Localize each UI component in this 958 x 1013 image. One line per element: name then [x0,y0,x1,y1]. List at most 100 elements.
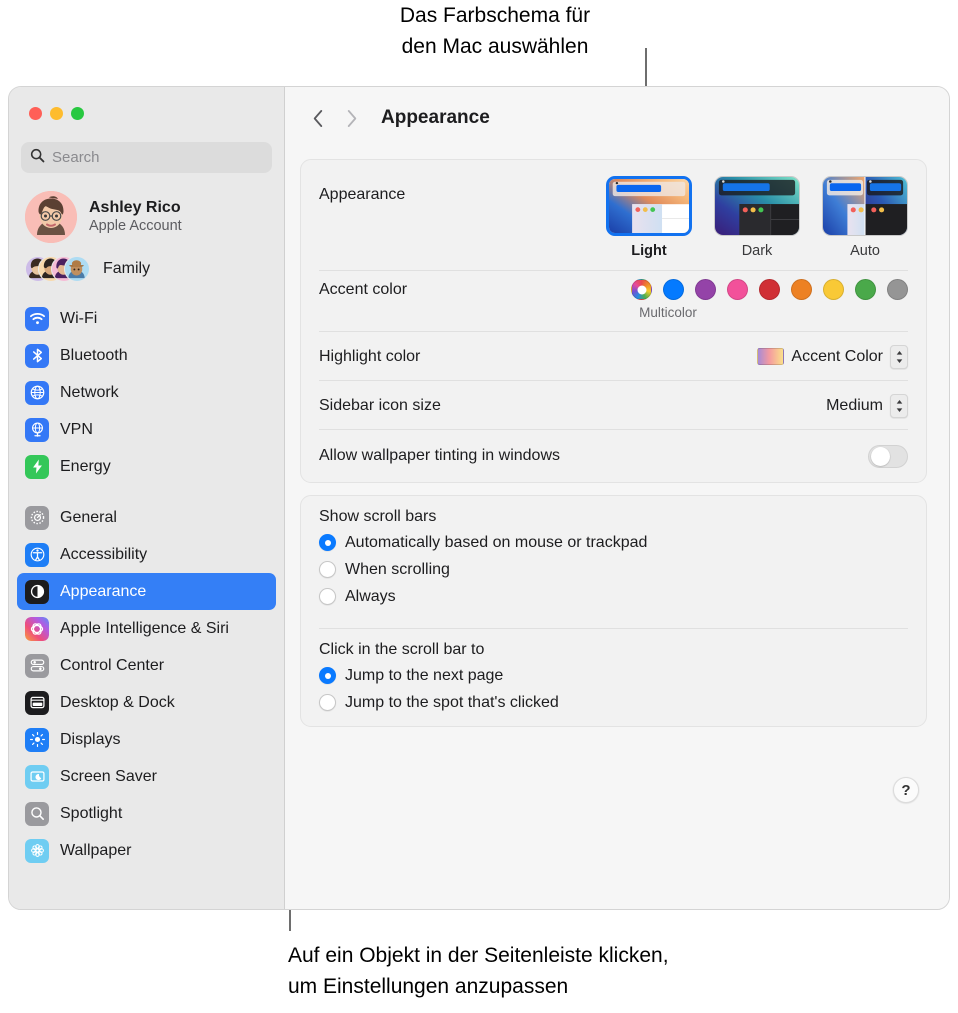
accent-swatch-red[interactable] [759,279,780,300]
spotlight-search-icon [25,802,49,826]
sidebar-item-general[interactable]: General [17,499,276,536]
accent-swatch-orange[interactable] [791,279,812,300]
radio-button[interactable] [319,694,336,711]
sidebar-item-vpn[interactable]: VPN [17,411,276,448]
highlight-color-row[interactable]: Highlight color Accent Color [301,332,926,381]
bolt-icon [25,455,49,479]
radio-label: Jump to the spot that's clicked [345,694,559,712]
highlight-color-popup-stepper[interactable] [890,345,908,369]
appearance-option-caption: Dark [714,243,800,259]
sidebar-item-control-center[interactable]: Control Center [17,647,276,684]
apple-account-row[interactable]: Ashley Rico Apple Account [25,191,284,243]
sidebar-icon-size-label: Sidebar icon size [319,397,441,415]
sidebar-item-spotlight[interactable]: Spotlight [17,795,276,832]
radio-button[interactable] [319,534,336,551]
sidebar-item-desktop-dock[interactable]: Desktop & Dock [17,684,276,721]
appearance-row-label: Appearance [319,186,405,204]
highlight-color-swatch [757,348,784,365]
sidebar-item-energy[interactable]: Energy [17,448,276,485]
appearance-option-auto[interactable]: Auto [822,176,908,259]
sidebar-item-label: Bluetooth [60,347,128,365]
wallpaper-tinting-row: Allow wallpaper tinting in windows [301,430,926,482]
sidebar-item-label: Apple Intelligence & Siri [60,620,229,638]
accent-color-top: Accent color [319,279,908,300]
accent-swatch-blue[interactable] [663,279,684,300]
wallpaper-tinting-toggle[interactable] [868,445,908,468]
sidebar-item-wallpaper[interactable]: Wallpaper [17,832,276,869]
appearance-option-light[interactable]: Light [606,176,692,259]
forward-chevron-icon[interactable] [335,101,369,135]
radio-button[interactable] [319,561,336,578]
sidebar-item-wi-fi[interactable]: Wi-Fi [17,300,276,337]
accent-swatch-multicolor[interactable] [631,279,652,300]
sidebar-icon-size-row[interactable]: Sidebar icon size Medium [301,381,926,430]
close-button[interactable] [29,107,42,120]
sidebar-item-label: Appearance [60,583,146,601]
highlight-color-label: Highlight color [319,348,420,366]
radio-option-spot-clicked[interactable]: Jump to the spot that's clicked [319,689,908,716]
accent-color-row: Accent color [301,271,926,332]
family-avatars [25,254,91,284]
radio-option-when-scrolling[interactable]: When scrolling [319,556,908,583]
sidebar-item-label: Energy [60,458,111,476]
sidebar-item-appearance[interactable]: Appearance [17,573,276,610]
light-mode-thumbnail [606,176,692,236]
sidebar-item-apple-intelligence-siri[interactable]: Apple Intelligence & Siri [17,610,276,647]
sidebar-group-system: General Accessibility [9,499,284,869]
radio-label: Jump to the next page [345,667,503,685]
sidebar-item-label: Displays [60,731,120,749]
radio-option-always[interactable]: Always [319,583,908,610]
scroll-bar-click-title: Click in the scroll bar to [319,641,908,659]
accent-swatch-purple[interactable] [695,279,716,300]
sidebar-item-label: Wallpaper [60,842,131,860]
family-avatar-4 [64,256,90,282]
wallpaper-tinting-label: Allow wallpaper tinting in windows [319,447,560,465]
wifi-icon [25,307,49,331]
help-button[interactable]: ? [893,777,919,803]
radio-option-next-page[interactable]: Jump to the next page [319,662,908,689]
appearance-option-caption: Auto [822,243,908,259]
accent-color-swatches [631,279,908,300]
sidebar-item-label: Wi-Fi [60,310,97,328]
account-text: Ashley Rico Apple Account [89,198,182,236]
control-center-icon [25,654,49,678]
sidebar-item-label: Desktop & Dock [60,694,175,712]
sidebar-item-displays[interactable]: Displays [17,721,276,758]
show-scroll-bars-group: Show scroll bars Automatically based on … [301,496,926,620]
sidebar-item-label: Network [60,384,119,402]
accent-swatch-graphite[interactable] [887,279,908,300]
search-field[interactable]: Search [21,142,272,173]
bluetooth-icon [25,344,49,368]
radio-button[interactable] [319,667,336,684]
system-settings-window: Search [8,86,950,910]
appearance-mode-row: Appearance [301,160,926,271]
appearance-option-dark[interactable]: Dark [714,176,800,259]
accent-swatch-pink[interactable] [727,279,748,300]
sidebar-icon-size-value: Medium [826,397,883,415]
sidebar-item-accessibility[interactable]: Accessibility [17,536,276,573]
highlight-color-value: Accent Color [791,348,883,366]
vpn-icon [25,418,49,442]
window-controls [9,87,284,120]
sidebar-item-network[interactable]: Network [17,374,276,411]
radio-label: When scrolling [345,561,450,579]
siri-icon [25,617,49,641]
accent-swatch-green[interactable] [855,279,876,300]
sidebar-item-family[interactable]: Family [25,252,284,286]
appearance-icon [25,580,49,604]
accent-selected-label: Multicolor [603,305,733,320]
sidebar-icon-size-popup-stepper[interactable] [890,394,908,418]
zoom-button[interactable] [71,107,84,120]
accent-color-label: Accent color [319,281,407,299]
dark-mode-thumbnail [714,176,800,236]
sidebar: Search [9,87,285,909]
radio-option-automatic[interactable]: Automatically based on mouse or trackpad [319,529,908,556]
radio-button[interactable] [319,588,336,605]
sidebar-item-bluetooth[interactable]: Bluetooth [17,337,276,374]
sidebar-item-screen-saver[interactable]: Screen Saver [17,758,276,795]
toggle-knob [871,447,891,467]
back-chevron-icon[interactable] [301,101,335,135]
screenshot-root: Das Farbschema für den Mac auswählen Auf… [0,0,958,1013]
minimize-button[interactable] [50,107,63,120]
accent-swatch-yellow[interactable] [823,279,844,300]
